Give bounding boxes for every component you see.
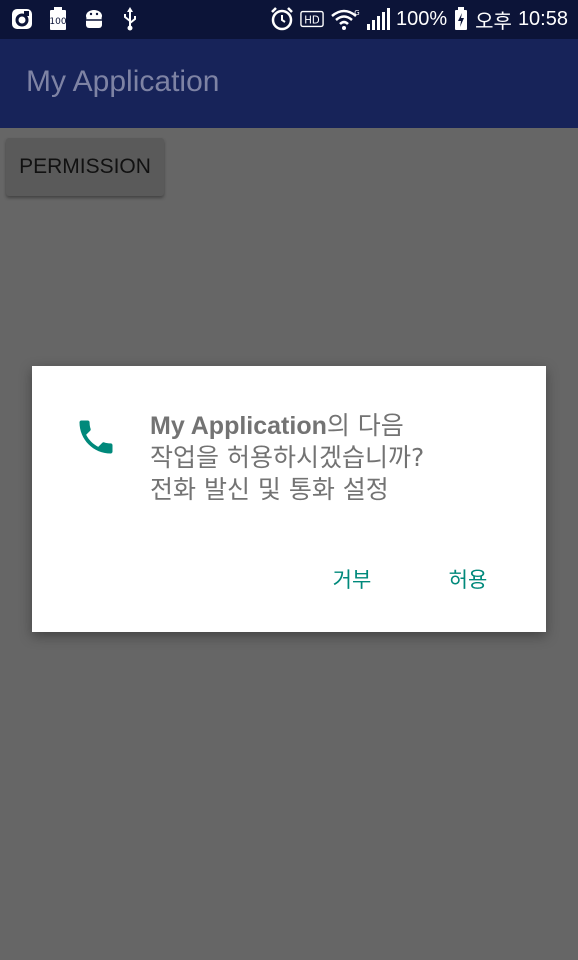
- dialog-line1-suffix: 의 다음: [326, 411, 404, 440]
- dialog-message-line1: My Application의 다음: [150, 410, 510, 442]
- status-ampm: 오후: [475, 10, 512, 33]
- permission-dialog: My Application의 다음 작업을 허용하시겠습니까? 전화 발신 및…: [32, 366, 546, 632]
- svg-text:100: 100: [49, 17, 66, 27]
- deny-button[interactable]: 거부: [316, 562, 388, 596]
- dialog-message-line2: 작업을 허용하시겠습니까?: [150, 443, 425, 472]
- app-bar: My Application: [0, 39, 578, 128]
- status-bar-left: 100: [10, 6, 142, 32]
- permission-button[interactable]: PERMISSION: [6, 138, 164, 196]
- usb-icon: [118, 7, 142, 31]
- allow-button[interactable]: 허용: [430, 562, 506, 596]
- status-time: 10:58: [517, 7, 568, 30]
- dialog-message: My Application의 다음 작업을 허용하시겠습니까? 전화 발신 및…: [150, 410, 510, 506]
- dialog-app-name: My Application: [150, 412, 327, 440]
- svg-text:G: G: [354, 9, 359, 17]
- android-debug-icon: [82, 7, 106, 31]
- battery-charging-icon: [453, 7, 469, 31]
- status-bar-right: HD G 100% 오후 10:58: [270, 6, 568, 33]
- app-notification-icon: [10, 7, 34, 31]
- wifi-icon: G: [330, 7, 360, 31]
- signal-icon: [366, 7, 390, 31]
- dialog-message-line3: 전화 발신 및 통화 설정: [150, 475, 389, 504]
- hd-icon: HD: [300, 7, 324, 31]
- svg-text:HD: HD: [304, 16, 320, 27]
- status-bar: 100 HD G 100% 오후 10:58: [0, 0, 578, 39]
- app-title: My Application: [26, 65, 220, 98]
- battery-percent: 100%: [395, 7, 448, 30]
- phone-icon: [74, 414, 118, 460]
- battery-saver-icon: 100: [46, 7, 70, 31]
- alarm-icon: [270, 7, 294, 31]
